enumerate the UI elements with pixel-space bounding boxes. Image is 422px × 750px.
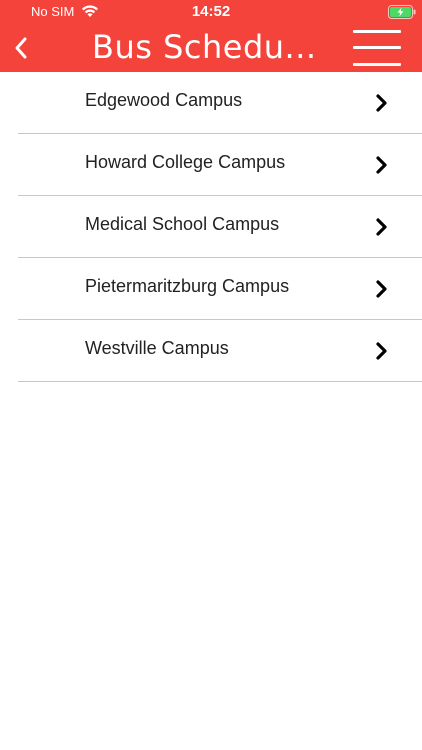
list-item-pietermaritzburg-campus[interactable]: Pietermaritzburg Campus — [0, 258, 422, 320]
chevron-right-icon — [376, 342, 387, 360]
navigation-bar: Bus Schedu... — [0, 24, 422, 72]
campus-list: Edgewood Campus Howard College Campus Me… — [0, 72, 422, 382]
chevron-right-icon — [376, 156, 387, 174]
divider — [18, 381, 422, 382]
battery-charging-icon — [388, 5, 416, 19]
list-item-howard-college-campus[interactable]: Howard College Campus — [0, 134, 422, 196]
back-button[interactable] — [6, 30, 36, 66]
list-item-label: Westville Campus — [85, 338, 229, 358]
chevron-right-icon — [376, 218, 387, 236]
page-title: Bus Schedu... — [92, 28, 317, 66]
list-item-medical-school-campus[interactable]: Medical School Campus — [0, 196, 422, 258]
list-item-label: Edgewood Campus — [85, 90, 243, 110]
menu-button[interactable] — [353, 28, 401, 68]
list-item-westville-campus[interactable]: Westville Campus — [0, 320, 422, 382]
list-item-label: Howard College Campus — [85, 152, 286, 172]
hamburger-menu-icon — [353, 28, 401, 68]
status-bar: No SIM 14:52 — [0, 0, 422, 24]
chevron-right-icon — [376, 94, 387, 112]
chevron-right-icon — [376, 280, 387, 298]
list-item-label: Medical School Campus — [85, 214, 280, 234]
list-item-label: Pietermaritzburg Campus — [85, 276, 290, 296]
status-time: 14:52 — [191, 3, 231, 20]
list-item-edgewood-campus[interactable]: Edgewood Campus — [0, 72, 422, 134]
app-header: No SIM 14:52 Bus Schedu... — [0, 0, 422, 72]
chevron-left-icon — [15, 37, 27, 59]
